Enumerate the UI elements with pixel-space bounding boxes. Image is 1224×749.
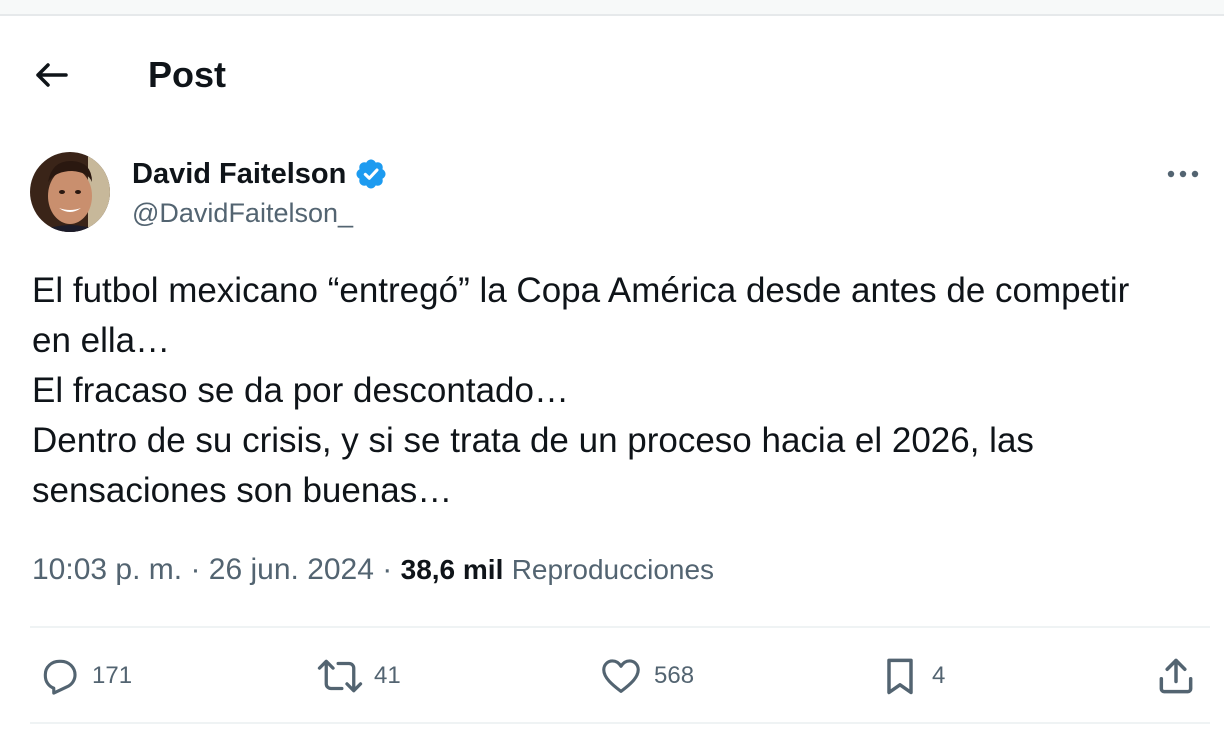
heart-icon [602,659,640,693]
page-title: Post [148,54,227,95]
bookmark-button[interactable]: 4 [878,652,945,700]
post-text-line: Dentro de su crisis, y si se trata de un… [32,421,1034,460]
repost-count: 41 [374,662,401,689]
views-label: Reproducciones [511,554,715,585]
meta-separator: · [190,553,201,586]
post-text-line: El futbol mexicano “entregó” la Copa Amé… [32,271,1130,310]
more-horizontal-icon [1167,170,1199,178]
display-name[interactable]: David Faitelson [132,158,346,191]
bookmark-icon [887,658,913,695]
post-header: Post [0,40,1224,110]
repost-icon [317,659,363,693]
more-options-button[interactable] [1160,156,1206,192]
divider [30,722,1210,724]
reply-count: 171 [92,662,133,689]
arrow-left-icon [36,63,68,87]
post-text-line: en ella… [32,321,171,360]
post-meta: 10:03 p. m. · 26 jun. 2024 · 38,6 mil Re… [32,550,714,590]
name-row: David Faitelson [132,154,388,194]
like-button[interactable]: 568 [598,652,694,700]
avatar-image [30,152,110,232]
reply-button[interactable]: 171 [38,652,132,700]
views-count: 38,6 mil [400,554,504,585]
top-strip [0,0,1224,16]
back-button[interactable] [28,52,74,98]
share-button[interactable] [1154,652,1198,700]
meta-separator: · [382,553,393,586]
share-icon [1159,658,1193,694]
post-text-line: sensaciones son buenas… [32,471,453,510]
like-count: 568 [654,662,695,689]
post-text: El futbol mexicano “entregó” la Copa Amé… [32,266,1202,516]
reply-icon [43,659,77,695]
verified-badge-icon[interactable] [354,157,388,191]
divider [30,626,1210,628]
post-time[interactable]: 10:03 p. m. [32,553,182,586]
action-bar: 171 41 568 4 [30,630,1210,722]
post-text-line: El fracaso se da por descontado… [32,371,569,410]
post-date[interactable]: 26 jun. 2024 [209,553,374,586]
avatar[interactable] [30,152,110,232]
repost-button[interactable]: 41 [316,652,401,700]
bookmark-count: 4 [932,662,946,689]
user-handle[interactable]: @DavidFaitelson_ [132,198,353,229]
post-author: David Faitelson @DavidFaitelson_ [30,152,1210,242]
